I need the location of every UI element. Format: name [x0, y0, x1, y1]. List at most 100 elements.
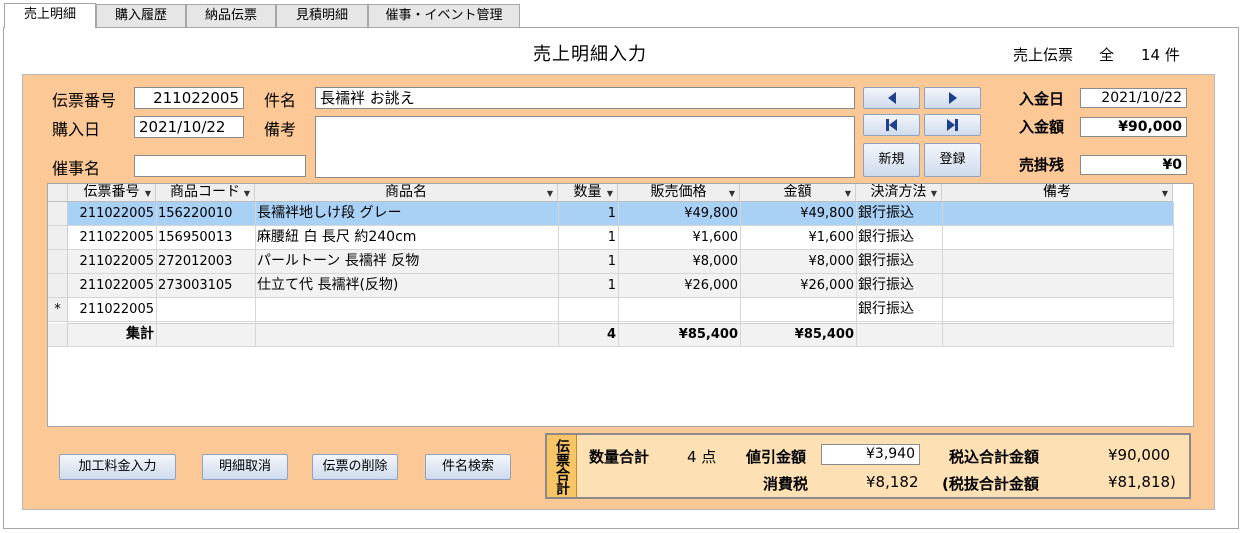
subject-search-button[interactable]: 件名検索: [425, 454, 511, 480]
tab-event-management[interactable]: 催事・イベント管理: [368, 4, 520, 28]
cell-slip[interactable]: 211022005: [68, 298, 156, 321]
col-header-note[interactable]: 備考 ▼: [942, 184, 1173, 202]
tab-delivery-slip[interactable]: 納品伝票: [186, 4, 276, 28]
cell-method[interactable]: 銀行振込: [856, 226, 942, 249]
col-header-slip[interactable]: 伝票番号 ▼: [68, 184, 156, 202]
cell-code[interactable]: 272012003: [156, 250, 255, 273]
cell-qty[interactable]: 1: [558, 274, 618, 297]
deposit-date-field[interactable]: 2021/10/22: [1080, 88, 1187, 108]
col-header-label: 数量: [573, 184, 602, 200]
col-divider: [255, 202, 256, 347]
row-selector[interactable]: [48, 226, 68, 250]
cell-price[interactable]: ¥8,000: [618, 250, 740, 273]
prev-record-button[interactable]: [863, 87, 920, 109]
purchase-date-field[interactable]: 2021/10/22: [134, 116, 244, 138]
register-button[interactable]: 登録: [924, 143, 981, 177]
cell-qty[interactable]: 1: [558, 202, 618, 225]
dropdown-arrow-icon[interactable]: ▼: [244, 185, 250, 202]
discount-field[interactable]: ¥3,940: [821, 444, 920, 465]
row-selector[interactable]: [48, 250, 68, 274]
cell-amount[interactable]: ¥49,800: [740, 202, 856, 225]
remarks-field[interactable]: [315, 116, 855, 178]
cell-price[interactable]: ¥49,800: [618, 202, 740, 225]
col-header-qty[interactable]: 数量 ▼: [558, 184, 618, 202]
tab-estimate-detail[interactable]: 見積明細: [276, 4, 368, 28]
new-button[interactable]: 新規: [863, 143, 920, 177]
receivable-field: ¥0: [1080, 155, 1187, 175]
dropdown-arrow-icon[interactable]: ▼: [1162, 185, 1168, 202]
cell-code[interactable]: 156950013: [156, 226, 255, 249]
new-record-marker[interactable]: *: [48, 298, 68, 322]
row-selector[interactable]: [48, 202, 68, 226]
dropdown-arrow-icon[interactable]: ▼: [607, 185, 613, 202]
subject-field[interactable]: 長襦袢 お誂え: [315, 87, 855, 109]
discount-label: 値引金額: [746, 448, 807, 466]
cell-amount[interactable]: ¥26,000: [740, 274, 856, 297]
totals-tag: 伝票合計: [547, 435, 577, 497]
cell-qty[interactable]: 1: [558, 250, 618, 273]
cell-slip[interactable]: 211022005: [68, 250, 156, 273]
dropdown-arrow-icon[interactable]: ▼: [729, 185, 735, 202]
tab-purchase-history[interactable]: 購入履歴: [96, 4, 186, 28]
cell-price[interactable]: ¥26,000: [618, 274, 740, 297]
col-header-label: 販売価格: [650, 184, 707, 200]
total-amount: ¥85,400: [794, 327, 854, 342]
col-divider: [740, 202, 741, 347]
cancel-detail-button[interactable]: 明細取消: [202, 454, 288, 480]
cell-method[interactable]: 銀行振込: [856, 202, 942, 225]
cell-method[interactable]: 銀行振込: [856, 298, 942, 321]
next-record-button[interactable]: [924, 87, 981, 109]
col-header-label: 伝票番号: [83, 184, 140, 200]
processing-fee-button[interactable]: 加工料金入力: [59, 454, 176, 480]
cell-slip[interactable]: 211022005: [68, 274, 156, 297]
cell-code[interactable]: 273003105: [156, 274, 255, 297]
new-record-row[interactable]: [48, 298, 1173, 322]
first-record-button[interactable]: [863, 114, 920, 136]
dropdown-arrow-icon[interactable]: ▼: [145, 185, 151, 202]
grid-corner[interactable]: [48, 184, 68, 202]
col-header-price[interactable]: 販売価格 ▼: [618, 184, 740, 202]
dropdown-arrow-icon[interactable]: ▼: [845, 185, 851, 202]
detail-grid: 伝票番号 ▼ 商品コード ▼ 商品名 ▼ 数量 ▼ 販売価格 ▼ 金額 ▼ 決済方法 ▼ 備考…: [47, 183, 1194, 427]
deposit-amount-field[interactable]: ¥90,000: [1080, 117, 1187, 137]
receivable-label: 売掛残: [1019, 156, 1065, 174]
col-header-method[interactable]: 決済方法 ▼: [856, 184, 942, 202]
cell-slip[interactable]: 211022005: [68, 226, 156, 249]
last-record-button[interactable]: [924, 114, 981, 136]
event-field[interactable]: [134, 155, 306, 177]
tax-excluded-value: ¥81,818): [1108, 473, 1176, 491]
cell-name[interactable]: 麻腰紐 白 長尺 約240cm: [255, 226, 558, 249]
remarks-label: 備考: [264, 120, 297, 139]
cell-amount[interactable]: ¥8,000: [740, 250, 856, 273]
qty-total-value: 4 点: [687, 448, 717, 466]
cell-method[interactable]: 銀行振込: [856, 274, 942, 297]
delete-slip-button[interactable]: 伝票の削除: [312, 454, 398, 480]
purchase-date-label: 購入日: [52, 120, 101, 139]
tab-sales-detail[interactable]: 売上明細: [4, 3, 96, 28]
cell-method[interactable]: 銀行振込: [856, 250, 942, 273]
triangle-right-icon: [948, 92, 957, 104]
tax-value: ¥8,182: [866, 473, 919, 491]
tax-included-value: ¥90,000: [1108, 446, 1171, 464]
cell-name[interactable]: 長襦袢地しけ段 グレー: [255, 202, 558, 225]
tax-label: 消費税: [763, 475, 809, 493]
col-divider: [618, 202, 619, 347]
col-header-amount[interactable]: 金額 ▼: [740, 184, 856, 202]
triangle-right-icon: [947, 119, 955, 131]
record-count: 14 件: [1141, 46, 1180, 64]
cell-name[interactable]: 仕立て代 長襦袢(反物): [255, 274, 558, 297]
col-header-code[interactable]: 商品コード ▼: [156, 184, 255, 202]
cell-slip[interactable]: 211022005: [68, 202, 156, 225]
cell-price[interactable]: ¥1,600: [618, 226, 740, 249]
cell-code[interactable]: 156220010: [156, 202, 255, 225]
dropdown-arrow-icon[interactable]: ▼: [547, 185, 553, 202]
col-header-name[interactable]: 商品名 ▼: [255, 184, 558, 202]
slip-no-field[interactable]: 211022005: [134, 87, 244, 109]
cell-amount[interactable]: ¥1,600: [740, 226, 856, 249]
cell-qty[interactable]: 1: [558, 226, 618, 249]
tax-included-label: 税込合計金額: [949, 448, 1040, 466]
deposit-amount-label: 入金額: [1019, 118, 1065, 136]
cell-name[interactable]: パールトーン 長襦袢 反物: [255, 250, 558, 273]
row-selector[interactable]: [48, 274, 68, 298]
dropdown-arrow-icon[interactable]: ▼: [931, 185, 937, 202]
